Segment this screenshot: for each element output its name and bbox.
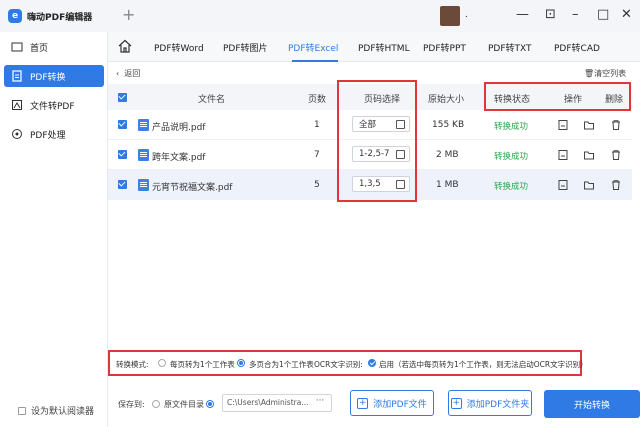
add-pdf-file-button[interactable]: + 添加PDF文件 xyxy=(350,390,434,416)
close-icon[interactable]: ✕ xyxy=(621,8,632,22)
pdf-file-icon xyxy=(138,149,149,161)
delete-icon[interactable] xyxy=(611,180,621,190)
fullscreen-icon[interactable]: ⊡ xyxy=(545,8,556,22)
plus-icon: + xyxy=(357,397,369,409)
sidebar-item-pdf-convert[interactable]: PDF转换 xyxy=(4,65,104,87)
row-checkbox[interactable] xyxy=(118,180,127,189)
default-reader-checkbox[interactable]: 设为默认阅读器 xyxy=(18,404,94,417)
new-tab-button[interactable]: + xyxy=(122,5,135,24)
mode-option1-radio[interactable] xyxy=(158,359,166,367)
file-name: 元宵节祝福文案.pdf xyxy=(152,183,233,193)
sidebar-item-file-to-pdf[interactable]: 文件转PDF xyxy=(4,94,104,116)
row-checkbox[interactable] xyxy=(118,150,127,159)
delete-icon[interactable] xyxy=(611,150,621,160)
conversion-mode-row: 转换模式: 每页转为1个工作表 多页合为1个工作表 OCR文字识别: 启用（若选… xyxy=(108,350,640,376)
clear-list-button[interactable]: 🗑清空列表 xyxy=(584,68,626,79)
row-checkbox[interactable] xyxy=(118,120,127,129)
source-dir-radio[interactable] xyxy=(152,400,160,408)
avatar[interactable] xyxy=(440,6,460,26)
ocr-label: OCR文字识别: xyxy=(314,360,363,369)
col-filename: 文件名 xyxy=(198,95,226,105)
app-logo-icon: e xyxy=(8,9,22,23)
delete-icon[interactable] xyxy=(611,120,621,130)
sidebar-item-label: PDF转换 xyxy=(30,72,66,83)
mode-option1-label: 每页转为1个工作表 xyxy=(170,360,235,369)
tab-pdf-to-image[interactable]: PDF转图片 xyxy=(223,41,268,54)
mode-option2-label: 多页合为1个工作表 xyxy=(249,360,314,369)
file-to-pdf-icon xyxy=(10,98,24,112)
add-file-label: 添加PDF文件 xyxy=(373,399,427,410)
start-convert-button[interactable]: 开始转换 xyxy=(544,390,640,418)
open-file-icon[interactable] xyxy=(558,150,568,160)
page-count: 5 xyxy=(314,180,320,190)
sidebar-item-label: PDF处理 xyxy=(30,130,66,141)
folder-plus-icon: + xyxy=(450,397,462,409)
col-orig-size: 原始大小 xyxy=(428,95,465,105)
save-to-label: 保存到: xyxy=(118,400,145,409)
bottom-bar: 保存到: 原文件目录 C:\Users\Administra... ··· + … xyxy=(108,382,640,427)
browse-path-button[interactable]: ··· xyxy=(308,394,332,412)
tab-pdf-to-excel[interactable]: PDF转Excel xyxy=(288,41,338,54)
ocr-enable-label: 启用（若选中每页转为1个工作表，则无法启动OCR文字识别） xyxy=(379,360,588,369)
tab-pdf-to-html[interactable]: PDF转HTML xyxy=(358,41,410,54)
default-reader-label: 设为默认阅读器 xyxy=(31,407,95,417)
sidebar-item-label: 文件转PDF xyxy=(30,101,75,112)
source-dir-label: 原文件目录 xyxy=(164,400,204,409)
title-bar: e 嗨动PDF编辑器 + . — ⊡ – □ ✕ xyxy=(0,0,640,32)
tab-pdf-to-txt[interactable]: PDF转TXT xyxy=(488,41,532,54)
tab-pdf-to-ppt[interactable]: PDF转PPT xyxy=(423,41,466,54)
tab-bar: PDF转Word PDF转图片 PDF转Excel PDF转HTML PDF转P… xyxy=(108,32,640,62)
status-badge: 转换成功 xyxy=(494,152,529,162)
checkbox-icon xyxy=(18,406,26,415)
file-size: 1 MB xyxy=(436,180,459,190)
trash-icon: 🗑 xyxy=(584,69,595,78)
sidebar: 首页 PDF转换 文件转PDF PDF处理 设为默认阅读器 xyxy=(0,32,108,427)
username: . xyxy=(465,10,468,20)
active-tab-indicator xyxy=(292,60,338,62)
restore-icon[interactable]: □ xyxy=(597,8,609,22)
add-pdf-folder-button[interactable]: + 添加PDF文件夹 xyxy=(448,390,532,416)
file-name: 产品说明.pdf xyxy=(152,123,206,133)
minimize-icon[interactable]: — xyxy=(516,8,529,22)
pdf-file-icon xyxy=(138,179,149,191)
sidebar-item-home[interactable]: 首页 xyxy=(4,36,104,58)
highlight-status-ops xyxy=(484,82,631,111)
mode-option2-radio[interactable] xyxy=(237,359,245,367)
tab-pdf-to-word[interactable]: PDF转Word xyxy=(154,41,204,54)
convert-icon xyxy=(10,69,24,83)
tab-pdf-to-cad[interactable]: PDF转CAD xyxy=(554,41,600,54)
folder-icon[interactable] xyxy=(584,120,594,130)
select-all-checkbox[interactable] xyxy=(118,93,127,102)
app-title: 嗨动PDF编辑器 xyxy=(27,13,93,23)
sidebar-item-label: 首页 xyxy=(30,43,49,54)
back-label: 返回 xyxy=(124,69,141,78)
page-count: 1 xyxy=(314,120,320,130)
ocr-enable-checkbox[interactable] xyxy=(368,359,376,367)
page-count: 7 xyxy=(314,150,320,160)
file-size: 155 KB xyxy=(432,120,465,130)
home-tab-icon[interactable] xyxy=(117,38,133,54)
minimize-window-icon[interactable]: – xyxy=(572,8,579,22)
clear-label: 清空列表 xyxy=(594,69,627,78)
open-file-icon[interactable] xyxy=(558,180,568,190)
mode-label: 转换模式: xyxy=(116,360,149,369)
folder-icon[interactable] xyxy=(584,150,594,160)
sidebar-item-pdf-process[interactable]: PDF处理 xyxy=(4,123,104,145)
pdf-file-icon xyxy=(138,119,149,131)
home-icon xyxy=(10,40,24,54)
back-button[interactable]: ‹ 返回 xyxy=(116,68,140,79)
highlight-page-select xyxy=(337,80,417,202)
status-badge: 转换成功 xyxy=(494,182,529,192)
open-file-icon[interactable] xyxy=(558,120,568,130)
file-size: 2 MB xyxy=(436,150,459,160)
file-name: 跨年文案.pdf xyxy=(152,153,206,163)
custom-dir-radio[interactable] xyxy=(206,400,214,408)
folder-icon[interactable] xyxy=(584,180,594,190)
status-badge: 转换成功 xyxy=(494,122,529,132)
pdf-process-icon xyxy=(10,127,24,141)
add-folder-label: 添加PDF文件夹 xyxy=(466,399,530,410)
col-pages: 页数 xyxy=(308,95,327,105)
